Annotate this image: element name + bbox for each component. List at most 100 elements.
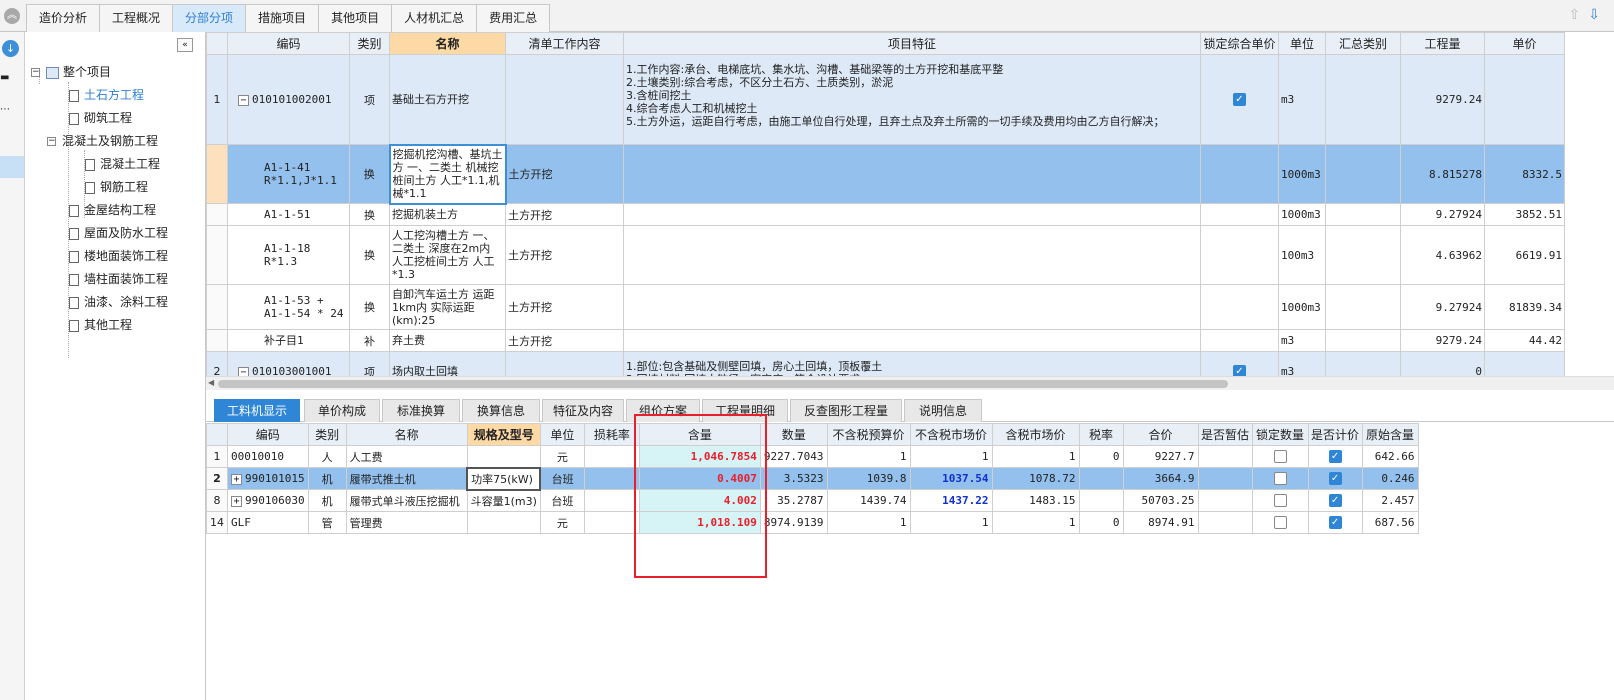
top-tab-1[interactable]: 工程概况 <box>99 4 174 32</box>
upper-col-header[interactable]: 名称 <box>389 32 506 55</box>
price-cell[interactable] <box>1484 351 1565 376</box>
top-tab-2[interactable]: 分部分项 <box>172 4 247 32</box>
lock-price-cell[interactable]: ✓ <box>1200 351 1279 376</box>
arrow-down-icon[interactable]: ⇩ <box>1588 8 1600 22</box>
arrow-up-icon[interactable]: ⇧ <box>1569 8 1581 22</box>
boq-row[interactable]: A1-1-18 R*1.3 换人工挖沟槽土方 一、二类土 深度在2m内 人工挖桩间… <box>206 225 1565 285</box>
code-cell[interactable]: +990106030 <box>227 489 309 512</box>
lower-col-header[interactable]: 合价 <box>1122 423 1199 446</box>
unit-cell[interactable]: 台班 <box>539 467 585 490</box>
checkbox-cell[interactable]: ✓ <box>1307 489 1363 512</box>
quantity-cell[interactable]: 9227.7043 <box>759 445 828 468</box>
bottom-tab-8[interactable]: 说明信息 <box>904 399 982 422</box>
tax-rate-cell[interactable] <box>1078 467 1124 490</box>
summary-type-cell[interactable] <box>1325 284 1401 330</box>
price-cell[interactable]: 44.42 <box>1484 329 1565 352</box>
lower-col-header[interactable]: 类别 <box>307 423 347 446</box>
bottom-tab-2[interactable]: 标准换算 <box>382 399 460 422</box>
code-cell[interactable]: −010101002001 <box>227 54 350 145</box>
boq-row[interactable]: A1-1-51 换挖掘机装土方 土方开挖 1000m3 9.27924 3852.51 <box>206 203 1565 226</box>
code-cell[interactable]: 00010010 <box>227 445 309 468</box>
checkbox-cell[interactable]: ✓ <box>1307 467 1363 490</box>
tax-rate-cell[interactable]: 0 <box>1078 445 1124 468</box>
loss-rate-cell[interactable] <box>583 467 640 490</box>
total-price-cell[interactable]: 9227.7 <box>1122 445 1199 468</box>
estimate-cell[interactable] <box>1197 445 1253 468</box>
resource-row[interactable]: 1 00010010 人人工费元 1,046.7854 9227.7043 1 1 1 0 922… <box>206 445 1419 468</box>
upper-col-header[interactable]: 单位 <box>1278 32 1326 55</box>
lower-col-header[interactable]: 不含税市场价 <box>909 423 993 446</box>
summary-type-cell[interactable] <box>1325 144 1401 204</box>
name-cell[interactable]: 挖掘机挖沟槽、基坑土方 一、二类土 机械挖桩间土方 人工*1.1,机械*1.1 <box>388 143 507 205</box>
budget-price-cell[interactable]: 1039.8 <box>826 467 911 490</box>
expand-toggle-icon[interactable]: + <box>231 473 242 485</box>
tree-node-root[interactable]: − 整个项目 <box>31 62 111 82</box>
feature-cell[interactable]: 1.工作内容:承台、电梯底坑、集水坑、沟槽、基础梁等的土方开挖和基底平整 2.土… <box>623 54 1201 145</box>
work-content-cell[interactable]: 土方开挖 <box>505 284 624 330</box>
top-tab-6[interactable]: 费用汇总 <box>476 4 551 32</box>
name-cell[interactable]: 履带式单斗液压挖掘机 <box>345 489 468 512</box>
checkbox-checked-icon[interactable]: ✓ <box>1328 472 1342 486</box>
feature-cell[interactable] <box>623 203 1201 226</box>
checkbox-unchecked-icon[interactable] <box>1273 494 1287 508</box>
name-cell[interactable]: 人工挖沟槽土方 一、二类土 深度在2m内 人工挖桩间土方 人工*1.3 <box>389 225 506 285</box>
tree-node[interactable]: 混凝土工程 <box>85 154 160 174</box>
lower-col-header[interactable]: 名称 <box>345 423 468 446</box>
type-cell[interactable]: 机 <box>307 489 347 512</box>
original-content-cell[interactable]: 2.457 <box>1361 489 1419 512</box>
quantity-cell[interactable]: 8.815278 <box>1400 144 1485 204</box>
tree-node[interactable]: 砌筑工程 <box>69 108 132 128</box>
checkbox-checked-icon[interactable]: ✓ <box>1328 516 1342 530</box>
code-cell[interactable]: A1-1-41 R*1.1,J*1.1 <box>227 144 350 204</box>
code-cell[interactable]: A1-1-18 R*1.3 <box>227 225 350 285</box>
lower-col-header[interactable]: 是否暂估 <box>1197 423 1253 446</box>
budget-price-cell[interactable]: 1 <box>826 511 911 534</box>
unit-cell[interactable]: 台班 <box>539 489 585 512</box>
tax-market-price-cell[interactable]: 1 <box>991 511 1080 534</box>
checkbox-cell[interactable]: ✓ <box>1307 511 1363 534</box>
quantity-cell[interactable]: 9.27924 <box>1400 284 1485 330</box>
checkbox-cell[interactable] <box>1251 511 1309 534</box>
tree-node[interactable]: 钢筋工程 <box>85 177 148 197</box>
unit-cell[interactable]: 1000m3 <box>1278 284 1326 330</box>
summary-type-cell[interactable] <box>1325 329 1401 352</box>
checkbox-cell[interactable] <box>1251 467 1309 490</box>
lower-col-header[interactable]: 数量 <box>759 423 828 446</box>
upper-col-header[interactable]: 单价 <box>1484 32 1565 55</box>
download-icon[interactable]: ↓ <box>2 40 19 57</box>
spec-cell[interactable] <box>466 445 541 468</box>
collapse-up-icon[interactable]: ︽ <box>4 8 20 24</box>
collapse-toggle-icon[interactable]: − <box>31 68 40 77</box>
budget-price-cell[interactable]: 1 <box>826 445 911 468</box>
lock-price-cell[interactable] <box>1200 203 1279 226</box>
original-content-cell[interactable]: 687.56 <box>1361 511 1419 534</box>
upper-col-header[interactable]: 工程量 <box>1400 32 1485 55</box>
checkbox-unchecked-icon[interactable] <box>1273 450 1287 464</box>
lower-col-header[interactable]: 规格及型号 <box>466 423 541 446</box>
work-content-cell[interactable]: 土方开挖 <box>505 329 624 352</box>
total-price-cell[interactable]: 3664.9 <box>1122 467 1199 490</box>
lock-price-cell[interactable] <box>1200 225 1279 285</box>
tax-market-price-cell[interactable]: 1078.72 <box>991 467 1080 490</box>
spec-cell[interactable] <box>466 511 541 534</box>
upper-col-header[interactable]: 编码 <box>227 32 350 55</box>
type-cell[interactable]: 项 <box>349 351 390 376</box>
spec-cell[interactable]: 功率75(kW) <box>466 466 542 491</box>
code-cell[interactable]: A1-1-53 + A1-1-54 * 24 <box>227 284 350 330</box>
price-cell[interactable]: 6619.91 <box>1484 225 1565 285</box>
tree-node[interactable]: 金屋结构工程 <box>69 200 156 220</box>
boq-row[interactable]: A1-1-41 R*1.1,J*1.1 换挖掘机挖沟槽、基坑土方 一、二类土 机械… <box>206 143 1565 205</box>
budget-price-cell[interactable]: 1439.74 <box>826 489 911 512</box>
tree-node[interactable]: 墙柱面装饰工程 <box>69 269 168 289</box>
loss-rate-cell[interactable] <box>583 511 640 534</box>
unit-cell[interactable]: m3 <box>1278 351 1326 376</box>
type-cell[interactable]: 管 <box>307 511 347 534</box>
name-cell[interactable]: 弃土费 <box>389 329 506 352</box>
boq-row[interactable]: 2−010103001001 项场内取土回填 1.部位:包含基础及侧壁回填，房心土回… <box>206 351 1565 376</box>
lower-col-header[interactable]: 损耗率 <box>583 423 640 446</box>
upper-col-header[interactable]: 锁定综合单价 <box>1200 32 1279 55</box>
type-cell[interactable]: 人 <box>307 445 347 468</box>
upper-col-header[interactable]: 类别 <box>349 32 390 55</box>
bottom-tab-7[interactable]: 反查图形工程量 <box>790 399 902 422</box>
total-price-cell[interactable]: 8974.91 <box>1122 511 1199 534</box>
